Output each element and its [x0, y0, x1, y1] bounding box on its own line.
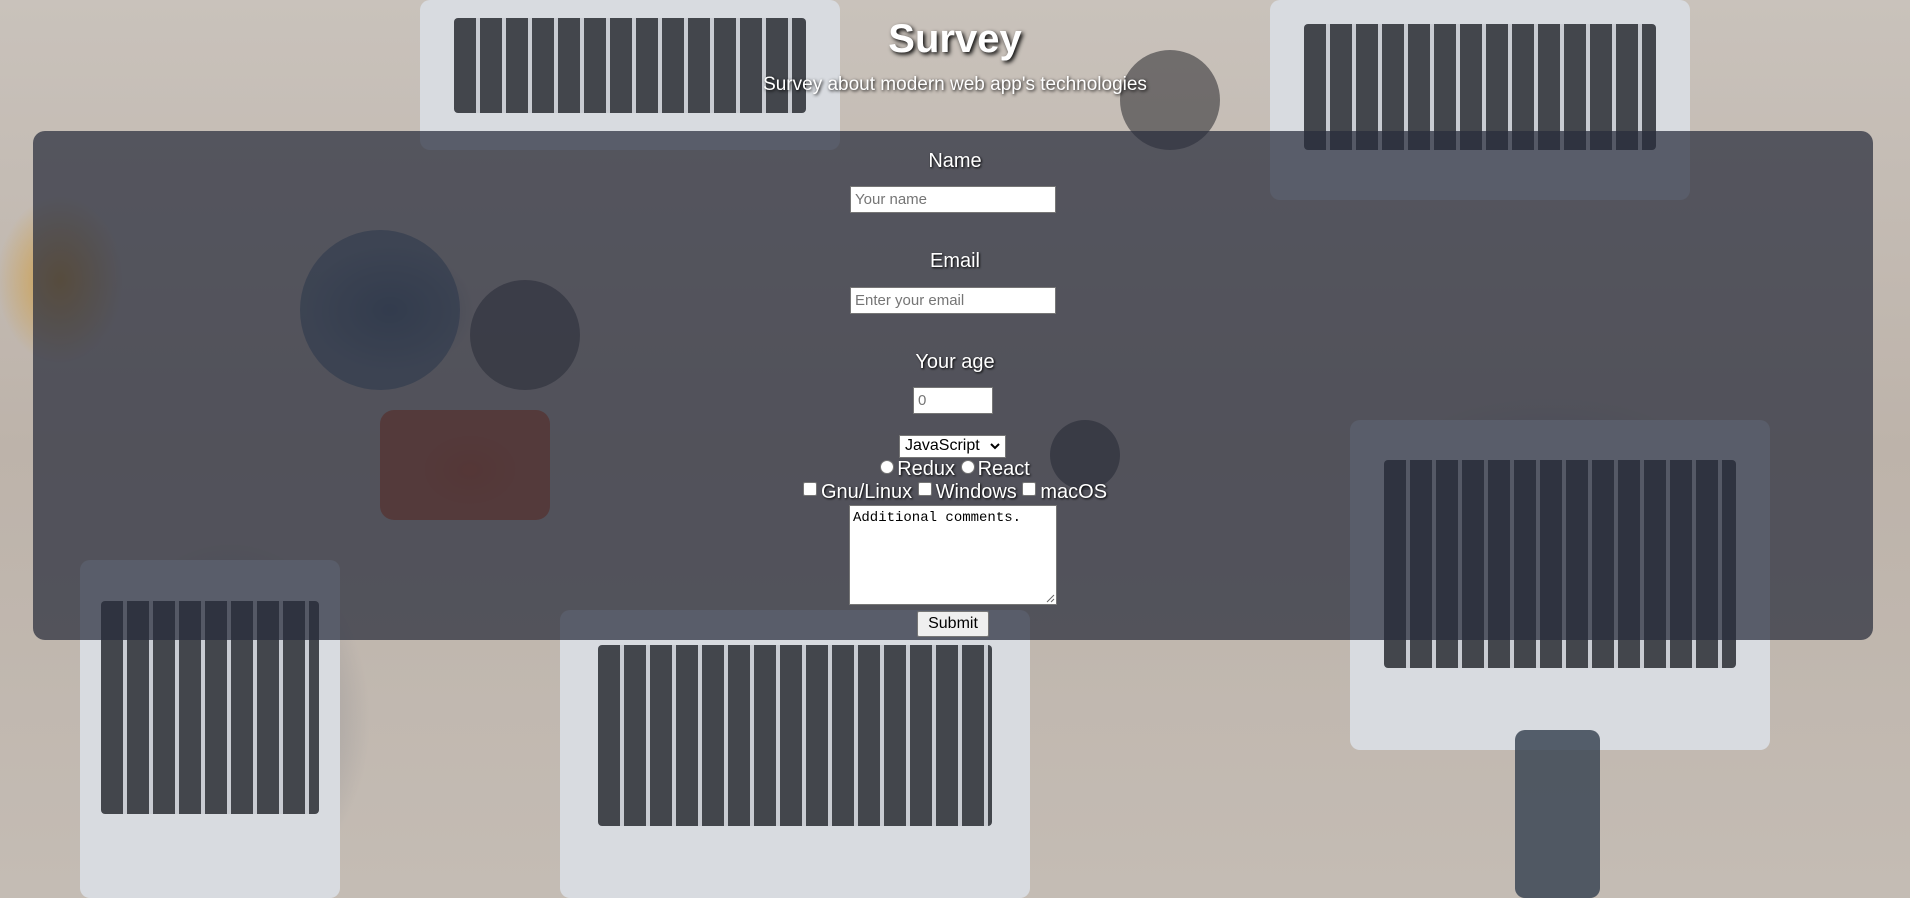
- checkbox-group: Gnu/Linux Windows macOS: [0, 481, 1910, 503]
- age-input[interactable]: [913, 387, 993, 414]
- radio-group: Redux React: [0, 458, 1910, 480]
- resize-grip-icon[interactable]: [1045, 593, 1055, 603]
- page-title: Survey: [888, 17, 1022, 61]
- checkbox-windows[interactable]: [917, 482, 932, 496]
- radio-react[interactable]: [960, 460, 975, 474]
- technology-select[interactable]: JavaScript: [899, 435, 1006, 458]
- page-header: Survey Survey about modern web app's tec…: [0, 0, 1910, 96]
- email-input[interactable]: [850, 287, 1056, 314]
- radio-redux-label: Redux: [897, 458, 955, 480]
- comments-textarea[interactable]: Additional comments.: [849, 505, 1057, 605]
- radio-redux[interactable]: [880, 460, 895, 474]
- chevron-down-icon: [990, 443, 1000, 450]
- submit-button[interactable]: Submit: [917, 611, 989, 637]
- email-label: Email: [929, 250, 980, 272]
- checkbox-windows-label: Windows: [935, 481, 1017, 503]
- name-label: Name: [928, 150, 982, 172]
- checkbox-macos-label: macOS: [1040, 481, 1108, 503]
- checkbox-gnu-linux-label: Gnu/Linux: [820, 481, 913, 503]
- checkbox-gnu-linux[interactable]: [802, 482, 817, 496]
- name-input[interactable]: [850, 186, 1056, 213]
- page-subtitle: Survey about modern web app's technologi…: [763, 74, 1147, 95]
- technology-select-value: JavaScript: [905, 437, 980, 454]
- phone-decor: [1515, 730, 1600, 898]
- radio-react-label: React: [977, 458, 1030, 480]
- laptop-decor: [560, 610, 1030, 898]
- checkbox-macos[interactable]: [1022, 482, 1037, 496]
- comments-text: Additional comments.: [853, 510, 1022, 526]
- age-label: Your age: [915, 351, 995, 373]
